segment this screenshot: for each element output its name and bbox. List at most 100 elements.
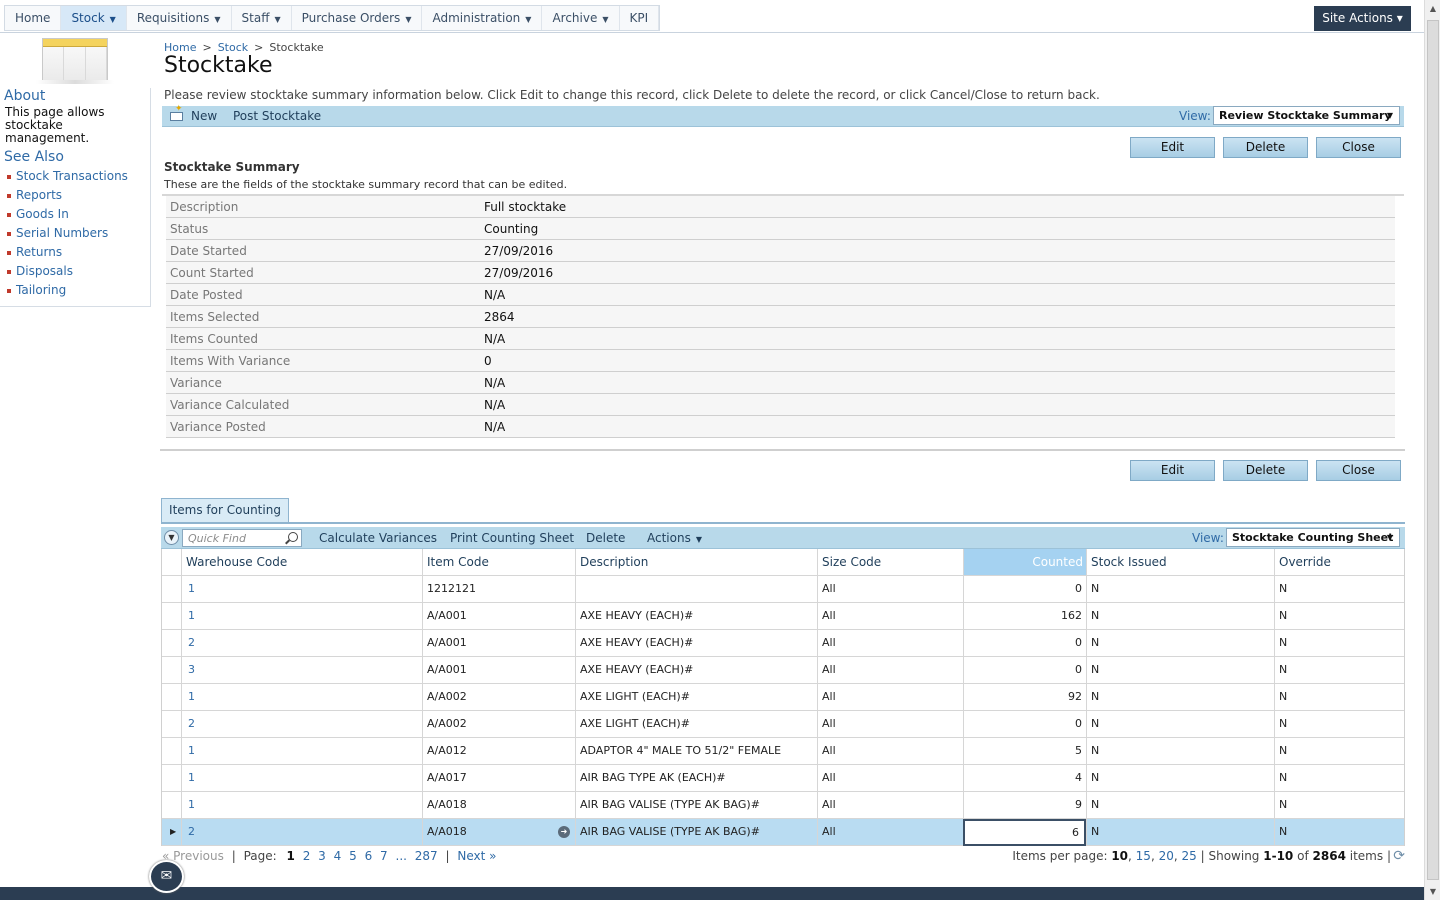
counted-edit-field[interactable]: 6 bbox=[963, 819, 1086, 846]
collapse-icon[interactable]: ▼ bbox=[164, 530, 179, 545]
mail-icon[interactable]: ✉ bbox=[149, 860, 184, 893]
next-page-link[interactable]: Next » bbox=[457, 849, 496, 863]
row-selector[interactable] bbox=[162, 792, 181, 818]
column-header-size-code[interactable]: Size Code bbox=[817, 549, 963, 575]
delete-rows-button[interactable]: Delete bbox=[586, 531, 625, 545]
table-row[interactable]: ▶ 2 A/A018 AIR BAG VALISE (TYPE AK BAG)# All… bbox=[162, 819, 1404, 846]
view-select[interactable]: Review Stocktake Summary ▼ bbox=[1213, 106, 1400, 125]
scroll-down-icon[interactable]: ▼ bbox=[1425, 883, 1440, 900]
tab-items-for-counting[interactable]: Items for Counting bbox=[161, 498, 289, 523]
nav-purchase-orders[interactable]: Purchase Orders ▼ bbox=[292, 6, 423, 30]
warehouse-code-link[interactable]: 1 bbox=[186, 771, 195, 784]
edit-button-bottom[interactable]: Edit bbox=[1130, 460, 1215, 481]
page-link-current: 1 bbox=[286, 849, 295, 863]
link-disposals[interactable]: Disposals bbox=[16, 264, 73, 278]
field-label: Items With Variance bbox=[170, 354, 291, 368]
calculate-variances-button[interactable]: Calculate Variances bbox=[319, 531, 437, 545]
nav-archive[interactable]: Archive ▼ bbox=[542, 6, 620, 30]
page-size-option[interactable]: 15 bbox=[1136, 849, 1151, 863]
link-returns[interactable]: Returns bbox=[16, 245, 62, 259]
table-row[interactable]: 1 A/A002 AXE LIGHT (EACH)# All 92 N N bbox=[162, 684, 1404, 711]
search-icon[interactable] bbox=[288, 532, 298, 542]
actions-menu[interactable]: Actions ▼ bbox=[647, 531, 702, 545]
nav-kpi[interactable]: KPI bbox=[620, 6, 660, 30]
nav-home[interactable]: Home bbox=[5, 6, 62, 30]
row-selector[interactable] bbox=[162, 684, 181, 710]
post-stocktake-button[interactable]: Post Stocktake bbox=[233, 109, 321, 123]
table-row[interactable]: 1 A/A017 AIR BAG TYPE AK (EACH)# All 4 N N bbox=[162, 765, 1404, 792]
warehouse-code-link[interactable]: 3 bbox=[186, 663, 195, 676]
warehouse-code-link[interactable]: 1 bbox=[186, 582, 195, 595]
column-header-description[interactable]: Description bbox=[575, 549, 818, 575]
bullet-icon bbox=[7, 193, 11, 198]
link-reports[interactable]: Reports bbox=[16, 188, 62, 202]
cell-size-code: All bbox=[817, 819, 963, 845]
table-row[interactable]: 2 A/A002 AXE LIGHT (EACH)# All 0 N N bbox=[162, 711, 1404, 738]
warehouse-code-link[interactable]: 1 bbox=[186, 609, 195, 622]
page-link[interactable]: 4 bbox=[334, 849, 342, 863]
scroll-up-icon[interactable]: ▲ bbox=[1425, 0, 1440, 17]
column-header-stock-issued[interactable]: Stock Issued bbox=[1086, 549, 1274, 575]
table-row[interactable]: 3 A/A001 AXE HEAVY (EACH)# All 0 N N bbox=[162, 657, 1404, 684]
warehouse-code-link[interactable]: 1 bbox=[186, 744, 195, 757]
row-selector[interactable] bbox=[162, 657, 181, 683]
new-button[interactable]: New bbox=[170, 104, 217, 123]
table-row[interactable]: 1 1212121 All 0 N N bbox=[162, 576, 1404, 603]
vertical-scrollbar[interactable]: ▲ ▼ bbox=[1424, 0, 1440, 900]
warehouse-code-link[interactable]: 2 bbox=[186, 636, 195, 649]
delete-button-bottom[interactable]: Delete bbox=[1223, 460, 1308, 481]
row-selector[interactable] bbox=[162, 738, 181, 764]
table-row[interactable]: 2 A/A001 AXE HEAVY (EACH)# All 0 N N bbox=[162, 630, 1404, 657]
nav-staff[interactable]: Staff ▼ bbox=[232, 6, 292, 30]
page-link[interactable]: 3 bbox=[318, 849, 326, 863]
link-stock-transactions[interactable]: Stock Transactions bbox=[16, 169, 128, 183]
page-link[interactable]: 7 bbox=[380, 849, 388, 863]
column-header-warehouse-code[interactable]: Warehouse Code bbox=[181, 549, 422, 575]
cell-size-code: All bbox=[817, 576, 963, 602]
warehouse-code-link[interactable]: 2 bbox=[186, 717, 195, 730]
cell-warehouse-code: 1 bbox=[181, 603, 422, 629]
row-selector[interactable] bbox=[162, 576, 181, 602]
link-goods-in[interactable]: Goods In bbox=[16, 207, 69, 221]
warehouse-code-link[interactable]: 1 bbox=[186, 798, 195, 811]
site-actions-button[interactable]: Site Actions ▾ bbox=[1314, 6, 1411, 31]
quick-find-input[interactable]: Quick Find bbox=[182, 529, 302, 547]
page-size-option[interactable]: 20 bbox=[1159, 849, 1174, 863]
page-link-last[interactable]: 287 bbox=[415, 849, 438, 863]
row-selector[interactable] bbox=[162, 603, 181, 629]
nav-stock[interactable]: Stock ▼ bbox=[61, 6, 127, 30]
summary-toolbar: New Post Stocktake View: Review Stocktak… bbox=[162, 104, 1404, 127]
column-header-override[interactable]: Override bbox=[1274, 549, 1404, 575]
row-selector[interactable]: ▶ bbox=[162, 819, 181, 845]
row-selector[interactable] bbox=[162, 711, 181, 737]
page-ellipsis[interactable]: ... bbox=[396, 849, 407, 863]
warehouse-code-link[interactable]: 1 bbox=[186, 690, 195, 703]
table-row[interactable]: 1 A/A012 ADAPTOR 4" MALE TO 51/2" FEMALE Al… bbox=[162, 738, 1404, 765]
link-serial-numbers[interactable]: Serial Numbers bbox=[16, 226, 108, 240]
print-counting-sheet-button[interactable]: Print Counting Sheet bbox=[450, 531, 574, 545]
grid-view-select[interactable]: Stocktake Counting Sheet ▼ bbox=[1226, 528, 1400, 547]
nav-administration[interactable]: Administration ▼ bbox=[422, 6, 543, 30]
warehouse-code-link[interactable]: 2 bbox=[186, 825, 195, 838]
close-button-bottom[interactable]: Close bbox=[1316, 460, 1401, 481]
table-row[interactable]: 1 A/A001 AXE HEAVY (EACH)# All 162 N N bbox=[162, 603, 1404, 630]
column-header-item-code[interactable]: Item Code bbox=[422, 549, 575, 575]
close-button-top[interactable]: Close bbox=[1316, 137, 1401, 158]
row-selector[interactable] bbox=[162, 765, 181, 791]
column-header-counted[interactable]: Counted bbox=[963, 549, 1087, 575]
row-selector[interactable] bbox=[162, 630, 181, 656]
scrollbar-thumb[interactable] bbox=[1427, 20, 1439, 880]
table-row[interactable]: 1 A/A018 AIR BAG VALISE (TYPE AK BAG)# All 9… bbox=[162, 792, 1404, 819]
refresh-icon[interactable]: ⟳ bbox=[1393, 848, 1405, 864]
page-link[interactable]: 5 bbox=[349, 849, 357, 863]
link-tailoring[interactable]: Tailoring bbox=[16, 283, 66, 297]
cell-item-code: A/A018 bbox=[422, 792, 575, 818]
nav-requisitions[interactable]: Requisitions ▼ bbox=[127, 6, 232, 30]
page-link[interactable]: 6 bbox=[365, 849, 373, 863]
edit-button-top[interactable]: Edit bbox=[1130, 137, 1215, 158]
delete-button-top[interactable]: Delete bbox=[1223, 137, 1308, 158]
cell-override: N bbox=[1274, 765, 1404, 791]
page-link[interactable]: 2 bbox=[303, 849, 311, 863]
row-navigate-icon[interactable]: ➜ bbox=[558, 826, 570, 838]
page-size-option[interactable]: 25 bbox=[1182, 849, 1197, 863]
